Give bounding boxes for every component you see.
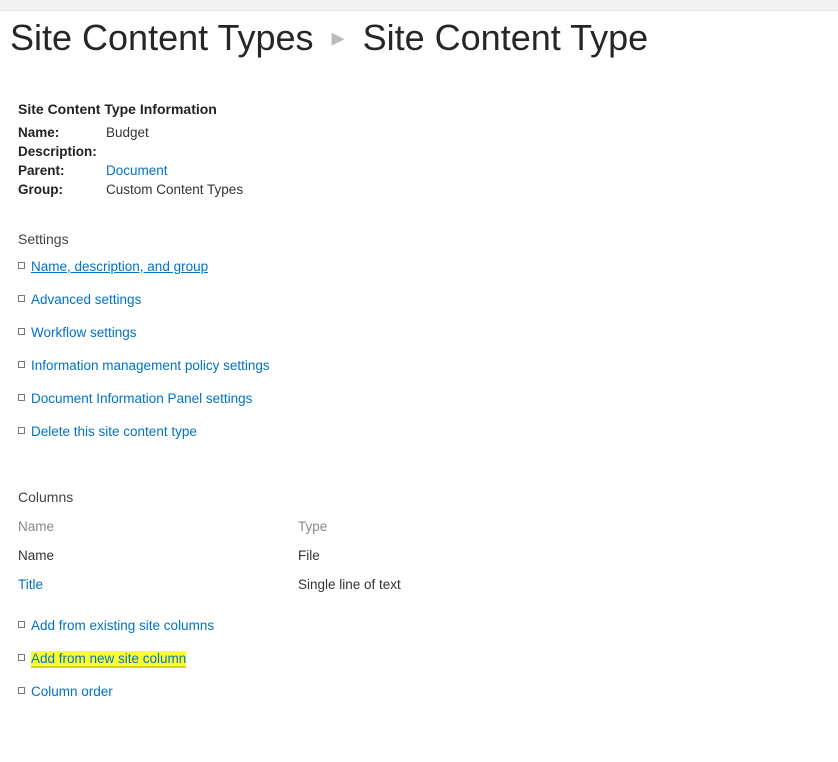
breadcrumb-current: Site Content Type: [363, 17, 649, 58]
info-label-description: Description:: [18, 142, 106, 161]
bullet-icon: [18, 621, 25, 628]
settings-link-document-information-panel[interactable]: Document Information Panel settings: [31, 391, 252, 406]
column-action-add-from-new[interactable]: Add from new site column: [31, 651, 186, 668]
table-row: Title Single line of text: [18, 571, 578, 600]
column-type-cell: File: [298, 542, 578, 571]
bullet-icon: [18, 295, 25, 302]
info-value-description: [106, 142, 249, 161]
settings-link-name-description-group[interactable]: Name, description, and group: [31, 259, 208, 274]
settings-link-workflow-settings[interactable]: Workflow settings: [31, 325, 137, 340]
info-value-name: Budget: [106, 123, 249, 142]
table-row: Name File: [18, 542, 578, 571]
settings-link-delete-content-type[interactable]: Delete this site content type: [31, 424, 197, 439]
bullet-icon: [18, 427, 25, 434]
column-name-cell: Name: [18, 542, 298, 571]
info-label-name: Name:: [18, 123, 106, 142]
settings-link-list: Name, description, and group Advanced se…: [18, 259, 820, 439]
columns-header-type: Type: [298, 513, 578, 542]
settings-heading: Settings: [18, 231, 820, 247]
bullet-icon: [18, 262, 25, 269]
info-table: Name: Budget Description: Parent: Docume…: [18, 123, 249, 199]
info-label-group: Group:: [18, 180, 106, 199]
info-value-group: Custom Content Types: [106, 180, 249, 199]
settings-link-advanced-settings[interactable]: Advanced settings: [31, 292, 141, 307]
column-name-link[interactable]: Title: [18, 577, 43, 592]
columns-table: Name Type Name File Title Single line of…: [18, 513, 578, 600]
info-label-parent: Parent:: [18, 161, 106, 180]
column-action-add-from-existing[interactable]: Add from existing site columns: [31, 618, 214, 633]
bullet-icon: [18, 687, 25, 694]
settings-link-information-management-policy[interactable]: Information management policy settings: [31, 358, 270, 373]
ribbon-bar: [0, 0, 838, 11]
page-title: Site Content Types ▸ Site Content Type: [0, 11, 838, 63]
bullet-icon: [18, 328, 25, 335]
info-value-parent-link[interactable]: Document: [106, 163, 168, 178]
columns-actions-list: Add from existing site columns Add from …: [18, 618, 820, 699]
content-area: Site Content Type Information Name: Budg…: [0, 63, 838, 747]
column-type-cell: Single line of text: [298, 571, 578, 600]
column-action-column-order[interactable]: Column order: [31, 684, 113, 699]
bullet-icon: [18, 654, 25, 661]
breadcrumb-arrow-icon: ▸: [324, 22, 353, 52]
info-heading: Site Content Type Information: [18, 101, 820, 117]
breadcrumb-parent-link[interactable]: Site Content Types: [10, 17, 314, 58]
bullet-icon: [18, 361, 25, 368]
columns-header-name: Name: [18, 513, 298, 542]
bullet-icon: [18, 394, 25, 401]
columns-heading: Columns: [18, 489, 820, 505]
